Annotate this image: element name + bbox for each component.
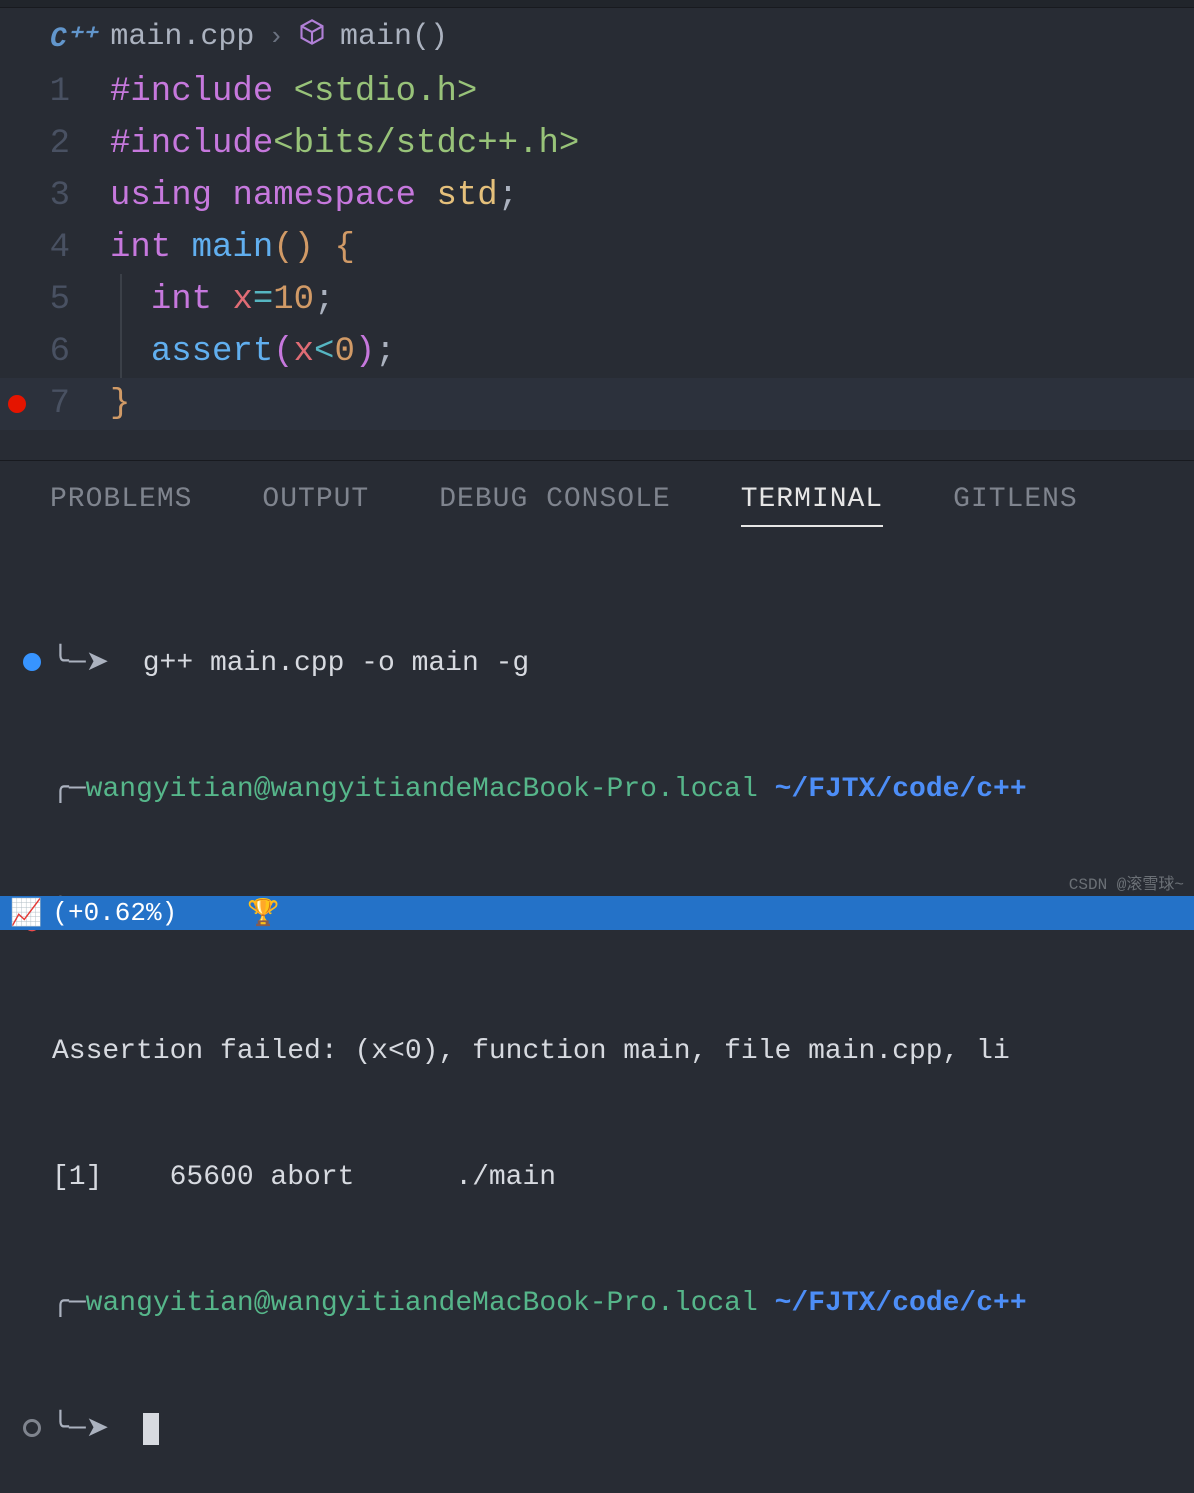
terminal-output: Assertion failed: (x<0), function main, … [52,1031,1194,1073]
code-line[interactable]: 5 int x=10; [0,274,1194,326]
prompt-status-icon [12,1409,52,1437]
code-editor[interactable]: 1#include <stdio.h>2#include<bits/stdc++… [0,66,1194,430]
code-content[interactable]: assert(x<0); [110,326,396,378]
line-number[interactable]: 3 [0,170,110,222]
statusbar-trophy-icon: 🏆 [247,898,279,929]
line-number[interactable]: 5 [0,274,110,326]
terminal-path: ~/FJTX/code/c++ [775,774,1027,805]
terminal-command: g++ main.cpp -o main -g [143,648,529,679]
line-number[interactable]: 1 [0,66,110,118]
watermark: CSDN @滚雪球~ [1069,870,1184,894]
line-number[interactable]: 2 [0,118,110,170]
tab-gitlens[interactable]: GITLENS [953,484,1078,527]
terminal-output: [1] 65600 abort ./main [52,1157,1194,1199]
terminal-user-host: wangyitian@wangyitiandeMacBook-Pro.local [86,774,758,805]
symbol-method-icon [298,18,326,56]
tab-problems[interactable]: PROBLEMS [50,484,192,527]
code-content[interactable]: int main() { [110,222,355,274]
code-content[interactable]: } [110,378,130,430]
cpp-file-icon: C⁺⁺ [50,20,96,55]
tab-output[interactable]: OUTPUT [262,484,369,527]
line-number[interactable]: 4 [0,222,110,274]
code-line[interactable]: 6 assert(x<0); [0,326,1194,378]
breadcrumb-file: main.cpp [110,20,254,54]
prompt-status-icon [12,643,52,671]
breadcrumb-symbol: main() [340,20,448,54]
tab-row [0,0,1194,8]
statusbar-text: (+0.62%) [52,898,177,928]
statusbar-stock-icon: 📈 [10,898,42,929]
tab-terminal[interactable]: TERMINAL [741,484,883,527]
breadcrumb[interactable]: C⁺⁺ main.cpp › main() [0,8,1194,66]
terminal-cursor [143,1413,159,1445]
breakpoint-icon[interactable] [8,395,26,413]
code-line[interactable]: 1#include <stdio.h> [0,66,1194,118]
code-line[interactable]: 7} [0,378,1194,430]
line-number[interactable]: 7 [0,378,110,430]
code-content[interactable]: using namespace std; [110,170,518,222]
chevron-right-icon: › [268,22,284,52]
code-line[interactable]: 4int main() { [0,222,1194,274]
code-line[interactable]: 2#include<bits/stdc++.h> [0,118,1194,170]
terminal-panel[interactable]: ╰─➤ g++ main.cpp -o main -g ╭─wangyitian… [0,539,1194,1493]
tab-debug-console[interactable]: DEBUG CONSOLE [439,484,670,527]
status-bar[interactable]: 📈 (+0.62%) 🏆 [0,896,1194,930]
code-content[interactable]: #include <stdio.h> [110,66,477,118]
line-number[interactable]: 6 [0,326,110,378]
terminal-path: ~/FJTX/code/c++ [775,1288,1027,1319]
code-content[interactable]: #include<bits/stdc++.h> [110,118,579,170]
code-content[interactable]: int x=10; [110,274,334,326]
code-line[interactable]: 3using namespace std; [0,170,1194,222]
panel-tabs: PROBLEMS OUTPUT DEBUG CONSOLE TERMINAL G… [0,466,1194,539]
terminal-user-host: wangyitian@wangyitiandeMacBook-Pro.local [86,1288,758,1319]
